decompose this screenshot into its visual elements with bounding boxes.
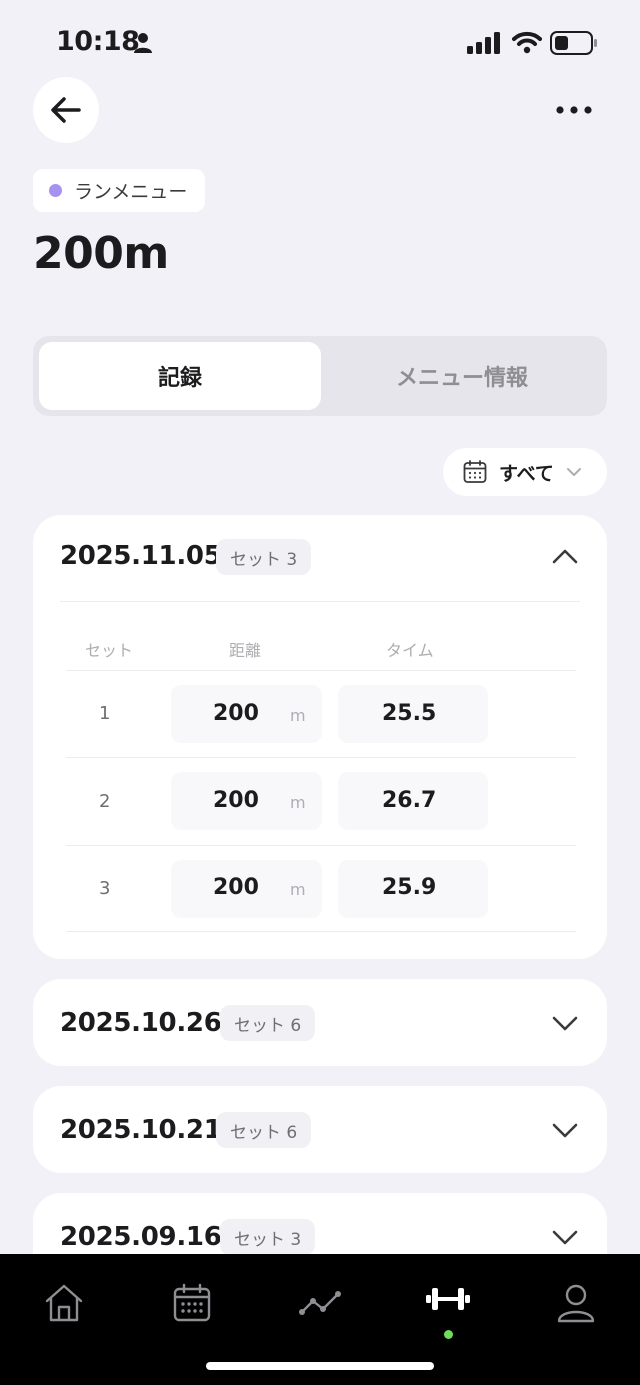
- nav-stats[interactable]: [297, 1280, 343, 1326]
- calendar-icon: [173, 1283, 211, 1322]
- cellular-signal-icon: [467, 32, 500, 54]
- row-set-number: 2: [99, 791, 111, 812]
- date-filter-button[interactable]: すべて: [443, 448, 607, 496]
- header-distance: 距離: [229, 641, 262, 660]
- segmented-tabs: 記録 メニュー情報: [33, 336, 607, 416]
- more-options-button[interactable]: [548, 92, 600, 128]
- time-value: 25.9: [382, 875, 437, 900]
- chevron-down-icon: [566, 468, 581, 476]
- chevron-down-icon[interactable]: [551, 1116, 579, 1144]
- distance-value: 200: [213, 875, 259, 900]
- nav-profile[interactable]: [553, 1280, 599, 1326]
- back-button[interactable]: [33, 77, 99, 143]
- chevron-down-icon[interactable]: [551, 1223, 579, 1251]
- category-label: ランメニュー: [74, 181, 188, 203]
- battery-icon: [550, 31, 597, 55]
- tab-records[interactable]: 記録: [39, 342, 321, 410]
- distance-value: 200: [213, 788, 259, 813]
- record-card-collapsed[interactable]: 2025.10.26 セット 6: [33, 979, 607, 1066]
- time-value: 25.5: [382, 701, 437, 726]
- distance-unit: m: [290, 706, 306, 725]
- status-time: 10:18: [56, 26, 140, 57]
- home-icon: [45, 1284, 83, 1322]
- header-set: セット: [85, 641, 134, 660]
- status-bar: 10:18: [0, 0, 640, 86]
- divider: [66, 670, 576, 671]
- distance-unit: m: [290, 793, 306, 812]
- record-card-header[interactable]: 2025.11.05 セット 3: [33, 515, 607, 599]
- header-time: タイム: [386, 641, 434, 660]
- set-count-badge: セット 6: [216, 1112, 312, 1148]
- wifi-icon: [512, 31, 542, 54]
- category-badge: ランメニュー: [33, 169, 206, 212]
- calendar-icon: [463, 460, 487, 483]
- record-card-header: 2025.10.21 セット 6: [33, 1086, 607, 1170]
- divider: [66, 757, 576, 758]
- distance-unit: m: [290, 880, 306, 899]
- row-set-number: 3: [99, 878, 111, 899]
- page-title: 200m: [33, 228, 169, 279]
- more-horizontal-icon: [556, 106, 592, 114]
- profile-icon: [557, 1284, 595, 1323]
- nav-calendar[interactable]: [169, 1280, 215, 1326]
- arrow-left-icon: [51, 97, 81, 123]
- record-card-collapsed[interactable]: 2025.10.21 セット 6: [33, 1086, 607, 1173]
- chart-icon: [299, 1291, 341, 1315]
- record-date: 2025.11.05: [60, 541, 222, 571]
- dumbbell-icon: [426, 1288, 470, 1310]
- row-set-number: 1: [99, 703, 111, 724]
- set-count-badge: セット 3: [216, 539, 312, 575]
- category-dot: [49, 184, 62, 197]
- home-indicator: [206, 1362, 434, 1370]
- filter-label: すべて: [499, 462, 554, 485]
- record-date: 2025.10.21: [60, 1115, 222, 1145]
- set-count-badge: セット 3: [220, 1219, 316, 1255]
- record-date: 2025.09.16: [60, 1222, 222, 1252]
- bottom-nav: [0, 1254, 640, 1385]
- tab-menu-info[interactable]: メニュー情報: [321, 342, 603, 410]
- nav-home[interactable]: [41, 1280, 87, 1326]
- chevron-up-icon[interactable]: [551, 543, 579, 571]
- divider: [66, 931, 576, 932]
- nav-workout[interactable]: [425, 1276, 471, 1322]
- person-icon: [134, 33, 152, 53]
- record-date: 2025.10.26: [60, 1008, 222, 1038]
- active-indicator-dot: [444, 1330, 453, 1339]
- chevron-down-icon[interactable]: [551, 1009, 579, 1037]
- time-value: 26.7: [382, 788, 437, 813]
- record-card-header: 2025.10.26 セット 6: [33, 979, 607, 1063]
- record-card-expanded: 2025.11.05 セット 3 セット 距離 タイム 1 200 m 25.5…: [33, 515, 607, 959]
- divider: [66, 845, 576, 846]
- set-count-badge: セット 6: [220, 1005, 316, 1041]
- divider: [60, 601, 580, 602]
- distance-value: 200: [213, 701, 259, 726]
